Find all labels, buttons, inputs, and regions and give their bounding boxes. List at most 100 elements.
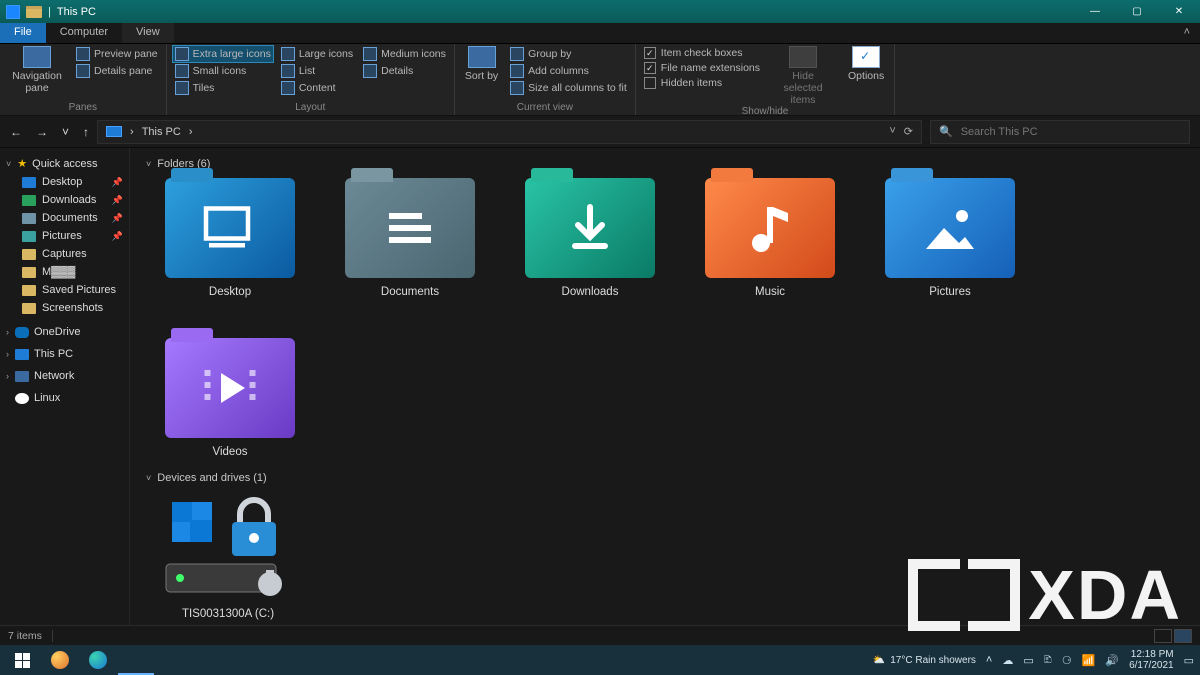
sidebar-item-documents[interactable]: Documents📌 <box>0 209 129 227</box>
breadcrumb-this-pc[interactable]: This PC <box>142 126 181 138</box>
desktop-icon <box>22 177 36 188</box>
sidebar-item-captures[interactable]: Captures <box>0 245 129 263</box>
recent-button[interactable]: ˅ <box>62 125 69 139</box>
tray-network-icon[interactable]: ⚆ <box>1062 654 1072 667</box>
file-ext-toggle[interactable]: ✓File name extensions <box>642 61 762 75</box>
add-columns-button[interactable]: Add columns <box>508 63 629 79</box>
taskbar-clock[interactable]: 12:18 PM 6/17/2021 <box>1129 649 1174 671</box>
hide-selected-button[interactable]: Hide selected items <box>768 46 838 106</box>
details-pane-button[interactable]: Details pane <box>74 63 160 79</box>
sort-by-icon <box>468 46 496 68</box>
sidebar-quick-access[interactable]: ˅★Quick access <box>0 154 129 173</box>
forward-button[interactable]: → <box>36 125 48 139</box>
qat-divider: | <box>48 6 51 18</box>
large-icons-button[interactable]: Large icons <box>279 46 355 62</box>
hidden-items-toggle[interactable]: Hidden items <box>642 76 762 90</box>
sidebar-onedrive[interactable]: ›OneDrive <box>0 323 129 341</box>
tray-battery-icon[interactable]: 🗈 <box>1044 651 1052 670</box>
preview-pane-button[interactable]: Preview pane <box>74 46 160 62</box>
tray-chevron-icon[interactable]: ˄ <box>986 654 992 666</box>
drive-c[interactable]: TIS0031300A (C:) <box>146 492 296 620</box>
search-input[interactable] <box>961 126 1181 138</box>
tray-volume-icon[interactable]: 🔊 <box>1105 654 1119 667</box>
small-icons-button[interactable]: Small icons <box>173 63 273 79</box>
layout-icon <box>281 47 295 61</box>
maximize-button[interactable]: ▢ <box>1116 0 1158 23</box>
taskbar-file-explorer[interactable] <box>118 645 154 675</box>
options-button[interactable]: ✓ Options <box>844 46 888 82</box>
desktop-folder-icon <box>165 178 295 278</box>
item-checkboxes-toggle[interactable]: ✓Item check boxes <box>642 46 762 60</box>
tab-file[interactable]: File <box>0 23 46 43</box>
chevron-down-icon: ˅ <box>146 473 151 483</box>
sidebar-label: Downloads <box>42 194 96 206</box>
weather-widget[interactable]: ⛅ 17°C Rain showers <box>873 655 976 666</box>
list-button[interactable]: List <box>279 63 355 79</box>
folder-documents[interactable]: Documents <box>340 178 480 298</box>
sidebar-item-screenshots[interactable]: Screenshots <box>0 299 129 317</box>
group-label-panes: Panes <box>6 102 160 115</box>
taskbar-edge-canary[interactable] <box>42 645 78 675</box>
medium-icons-button[interactable]: Medium icons <box>361 46 448 62</box>
sidebar: ˅★Quick access Desktop📌 Downloads📌 Docum… <box>0 148 130 625</box>
extra-large-icons-button[interactable]: Extra large icons <box>173 46 273 62</box>
address-bar[interactable]: › This PC › ˅ ⟳ <box>97 120 922 144</box>
sidebar-item-pictures[interactable]: Pictures📌 <box>0 227 129 245</box>
bracket-icon <box>968 559 1020 631</box>
ribbon-collapse-button[interactable]: ˄ <box>1174 23 1200 43</box>
tray-wifi-icon[interactable]: 📶 <box>1082 654 1096 667</box>
minimize-button[interactable]: — <box>1074 0 1116 23</box>
start-button[interactable] <box>4 645 40 675</box>
add-columns-label: Add columns <box>528 65 589 77</box>
pictures-folder-icon <box>885 178 1015 278</box>
drives-group-header[interactable]: ˅Devices and drives (1) <box>146 468 1184 492</box>
tray-meet-now-icon[interactable]: ▭ <box>1023 654 1033 667</box>
sort-by-button[interactable]: Sort by <box>461 46 502 82</box>
up-button[interactable]: ↑ <box>83 125 89 139</box>
tab-computer[interactable]: Computer <box>46 23 122 43</box>
search-box[interactable]: 🔍 <box>930 120 1190 144</box>
action-center-button[interactable]: ▭ <box>1184 654 1194 667</box>
documents-folder-icon <box>345 178 475 278</box>
sidebar-network[interactable]: ›Network <box>0 367 129 385</box>
folder-desktop[interactable]: Desktop <box>160 178 300 298</box>
sidebar-item-desktop[interactable]: Desktop📌 <box>0 173 129 191</box>
sidebar-linux[interactable]: ›Linux <box>0 389 129 407</box>
this-pc-icon <box>15 349 29 360</box>
sidebar-item-m[interactable]: M▓▓▓ <box>0 263 129 281</box>
drive-icon <box>158 492 298 602</box>
sidebar-item-saved-pictures[interactable]: Saved Pictures <box>0 281 129 299</box>
sidebar-this-pc[interactable]: ›This PC <box>0 345 129 363</box>
tray-onedrive-icon[interactable]: ☁ <box>1002 654 1013 667</box>
folder-videos[interactable]: Videos <box>160 338 300 458</box>
folder-music[interactable]: Music <box>700 178 840 298</box>
address-dropdown-button[interactable]: ˅ <box>889 125 895 138</box>
star-icon: ★ <box>17 157 27 170</box>
folder-downloads[interactable]: Downloads <box>520 178 660 298</box>
content-button[interactable]: Content <box>279 80 355 96</box>
tab-view[interactable]: View <box>122 23 174 43</box>
layout-icon <box>175 64 189 78</box>
tiles-button[interactable]: Tiles <box>173 80 273 96</box>
group-by-button[interactable]: Group by <box>508 46 629 62</box>
details-button[interactable]: Details <box>361 63 448 79</box>
linux-icon <box>15 393 29 404</box>
refresh-button[interactable]: ⟳ <box>904 125 913 138</box>
layout-icon <box>175 81 189 95</box>
main-content: ˅Folders (6) Desktop Documents Downloads <box>130 148 1200 625</box>
back-button[interactable]: ← <box>10 125 22 139</box>
chevron-down-icon: ˅ <box>146 159 151 169</box>
add-columns-icon <box>510 64 524 78</box>
sidebar-item-downloads[interactable]: Downloads📌 <box>0 191 129 209</box>
folder-pictures[interactable]: Pictures <box>880 178 1020 298</box>
close-button[interactable]: ✕ <box>1158 0 1200 23</box>
group-by-label: Group by <box>528 48 571 60</box>
folders-group-header[interactable]: ˅Folders (6) <box>146 154 1184 178</box>
folder-label: Pictures <box>929 286 971 298</box>
navigation-pane-button[interactable]: Navigation pane <box>6 46 68 94</box>
ribbon-group-current-view: Sort by Group by Add columns Size all co… <box>455 44 636 115</box>
sidebar-label: Documents <box>42 212 98 224</box>
bracket-icon <box>908 559 960 631</box>
size-columns-button[interactable]: Size all columns to fit <box>508 80 629 96</box>
taskbar-edge[interactable] <box>80 645 116 675</box>
